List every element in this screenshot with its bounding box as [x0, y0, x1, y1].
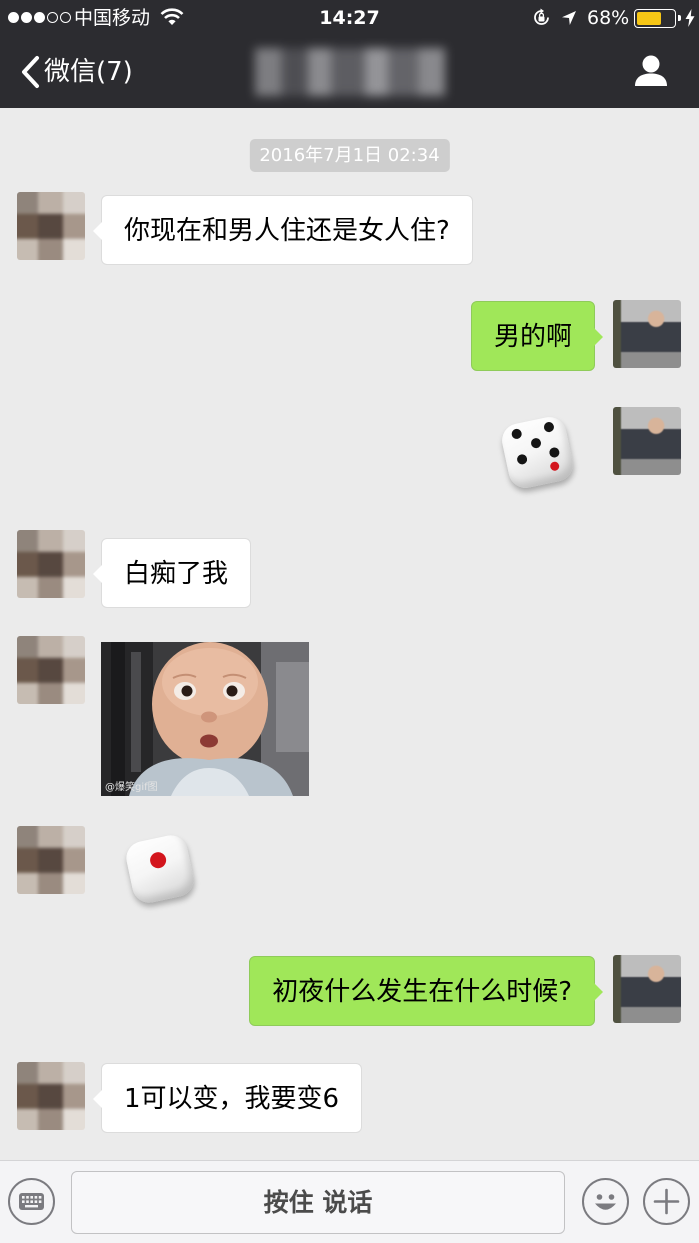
hold-to-talk-button[interactable]: 按住 说话 [71, 1171, 565, 1234]
message-received: @爆笑gif图 [0, 636, 699, 806]
dice-pip [515, 453, 528, 466]
message-received: 白痴了我 [0, 530, 699, 610]
contact-avatar[interactable] [17, 530, 85, 598]
charging-bolt-icon [685, 9, 695, 27]
my-avatar[interactable] [613, 955, 681, 1023]
image-watermark: @爆笑gif图 [105, 782, 158, 793]
message-timestamp: 2016年7月1日 02:34 [249, 139, 450, 172]
contact-avatar[interactable] [17, 826, 85, 894]
chat-title-blurred [255, 48, 445, 96]
battery-level-fill [637, 12, 662, 25]
avatar-image [613, 300, 681, 368]
back-label: 微信(7) [44, 57, 133, 87]
dice-pip [548, 446, 561, 459]
back-button[interactable]: 微信(7) [20, 52, 133, 92]
dice-face [498, 413, 577, 492]
dice-pip [148, 851, 168, 870]
back-chevron-icon [22, 56, 39, 88]
image-message[interactable]: @爆笑gif图 [101, 642, 309, 796]
orientation-lock-icon [534, 8, 549, 25]
battery-percent: 68% [587, 7, 630, 29]
dice-side-pip [548, 461, 560, 473]
message-bubble[interactable]: 男的啊 [470, 301, 604, 371]
dice-pip [529, 437, 542, 450]
battery-icon [634, 9, 681, 28]
emoji-icon [595, 1194, 616, 1210]
message-bubble[interactable]: 初夜什么发生在什么时候? [249, 956, 603, 1026]
top-bar: 中国移动 14:27 68% 微信(7) [0, 0, 699, 108]
message-received [0, 826, 699, 906]
dice-pip [543, 421, 556, 434]
dice-face [123, 832, 197, 906]
contact-avatar[interactable] [17, 636, 85, 704]
message-bubble[interactable]: 白痴了我 [92, 538, 252, 608]
my-avatar[interactable] [613, 300, 681, 368]
avatar-image [17, 826, 85, 894]
avatar-image [17, 1062, 85, 1130]
contact-avatar[interactable] [17, 192, 85, 260]
message-sent: 男的啊 [0, 300, 699, 380]
avatar-image [17, 636, 85, 704]
location-arrow-icon [562, 11, 576, 25]
input-bar: 按住 说话 [0, 1160, 699, 1243]
my-avatar[interactable] [613, 407, 681, 475]
avatar-image [17, 530, 85, 598]
message-bubble[interactable]: 1可以变，我要变6 [92, 1063, 363, 1133]
keyboard-toggle-button[interactable] [8, 1178, 55, 1225]
message-received: 你现在和男人住还是女人住? [0, 192, 699, 272]
dice-pip [510, 428, 523, 441]
emoji-button[interactable] [582, 1178, 629, 1225]
contact-info-icon[interactable] [633, 54, 669, 88]
avatar-image [17, 192, 85, 260]
more-functions-button[interactable] [643, 1178, 690, 1225]
avatar-image [613, 955, 681, 1023]
dice-sticker[interactable] [498, 413, 577, 492]
message-bubble[interactable]: 你现在和男人住还是女人住? [93, 195, 473, 265]
message-sent [0, 407, 699, 492]
message-sent: 初夜什么发生在什么时候? [0, 955, 699, 1035]
status-bar: 中国移动 14:27 68% [0, 0, 699, 36]
keyboard-icon [19, 1193, 44, 1210]
baby-photo [101, 642, 309, 796]
avatar-image [613, 407, 681, 475]
plus-icon [653, 1188, 680, 1215]
message-received: 1可以变，我要变6 [0, 1062, 699, 1142]
dice-sticker[interactable] [123, 832, 197, 906]
contact-avatar[interactable] [17, 1062, 85, 1130]
